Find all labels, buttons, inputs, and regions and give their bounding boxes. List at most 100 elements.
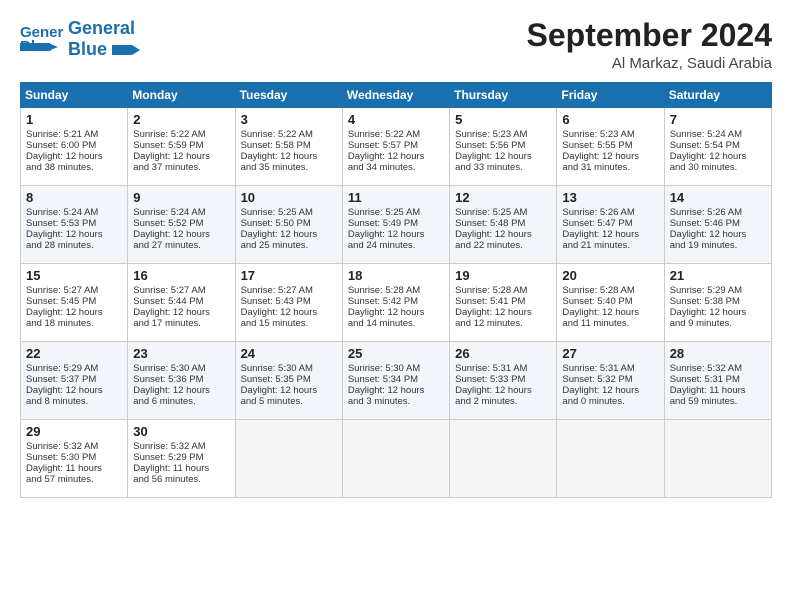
day-number: 7 bbox=[670, 112, 766, 127]
location-title: Al Markaz, Saudi Arabia bbox=[527, 55, 772, 72]
daylight-minutes-line: and 8 minutes. bbox=[26, 396, 122, 407]
day-number: 14 bbox=[670, 190, 766, 205]
day-number: 15 bbox=[26, 268, 122, 283]
daylight-minutes-line: and 12 minutes. bbox=[455, 318, 551, 329]
day-number: 8 bbox=[26, 190, 122, 205]
day-cell: 30Sunrise: 5:32 AMSunset: 5:29 PMDayligh… bbox=[128, 420, 235, 498]
col-saturday: Saturday bbox=[664, 83, 771, 108]
sunrise-line: Sunrise: 5:28 AM bbox=[562, 285, 658, 296]
sunset-line: Sunset: 5:50 PM bbox=[241, 218, 337, 229]
sunrise-line: Sunrise: 5:27 AM bbox=[26, 285, 122, 296]
sunrise-line: Sunrise: 5:22 AM bbox=[348, 129, 444, 140]
day-cell: 5Sunrise: 5:23 AMSunset: 5:56 PMDaylight… bbox=[450, 108, 557, 186]
daylight-minutes-line: and 38 minutes. bbox=[26, 162, 122, 173]
daylight-line: Daylight: 12 hours bbox=[241, 229, 337, 240]
col-thursday: Thursday bbox=[450, 83, 557, 108]
week-row-4: 22Sunrise: 5:29 AMSunset: 5:37 PMDayligh… bbox=[21, 342, 772, 420]
daylight-line: Daylight: 12 hours bbox=[26, 151, 122, 162]
day-cell: 22Sunrise: 5:29 AMSunset: 5:37 PMDayligh… bbox=[21, 342, 128, 420]
sunrise-line: Sunrise: 5:32 AM bbox=[26, 441, 122, 452]
month-title: September 2024 bbox=[527, 18, 772, 53]
sunset-line: Sunset: 5:49 PM bbox=[348, 218, 444, 229]
daylight-minutes-line: and 37 minutes. bbox=[133, 162, 229, 173]
day-cell bbox=[450, 420, 557, 498]
day-cell bbox=[664, 420, 771, 498]
day-cell: 28Sunrise: 5:32 AMSunset: 5:31 PMDayligh… bbox=[664, 342, 771, 420]
col-wednesday: Wednesday bbox=[342, 83, 449, 108]
day-cell: 24Sunrise: 5:30 AMSunset: 5:35 PMDayligh… bbox=[235, 342, 342, 420]
sunrise-line: Sunrise: 5:22 AM bbox=[241, 129, 337, 140]
daylight-minutes-line: and 22 minutes. bbox=[455, 240, 551, 251]
day-cell: 29Sunrise: 5:32 AMSunset: 5:30 PMDayligh… bbox=[21, 420, 128, 498]
sunrise-line: Sunrise: 5:28 AM bbox=[348, 285, 444, 296]
sunrise-line: Sunrise: 5:28 AM bbox=[455, 285, 551, 296]
sunset-line: Sunset: 5:59 PM bbox=[133, 140, 229, 151]
day-cell: 16Sunrise: 5:27 AMSunset: 5:44 PMDayligh… bbox=[128, 264, 235, 342]
day-number: 20 bbox=[562, 268, 658, 283]
day-number: 3 bbox=[241, 112, 337, 127]
day-number: 13 bbox=[562, 190, 658, 205]
daylight-line: Daylight: 12 hours bbox=[348, 229, 444, 240]
sunrise-line: Sunrise: 5:30 AM bbox=[348, 363, 444, 374]
day-cell: 1Sunrise: 5:21 AMSunset: 6:00 PMDaylight… bbox=[21, 108, 128, 186]
sunrise-line: Sunrise: 5:24 AM bbox=[670, 129, 766, 140]
daylight-minutes-line: and 28 minutes. bbox=[26, 240, 122, 251]
daylight-line: Daylight: 12 hours bbox=[455, 307, 551, 318]
daylight-minutes-line: and 0 minutes. bbox=[562, 396, 658, 407]
daylight-minutes-line: and 14 minutes. bbox=[348, 318, 444, 329]
day-number: 16 bbox=[133, 268, 229, 283]
sunset-line: Sunset: 5:44 PM bbox=[133, 296, 229, 307]
col-tuesday: Tuesday bbox=[235, 83, 342, 108]
sunset-line: Sunset: 5:48 PM bbox=[455, 218, 551, 229]
day-number: 4 bbox=[348, 112, 444, 127]
day-number: 30 bbox=[133, 424, 229, 439]
sunset-line: Sunset: 5:53 PM bbox=[26, 218, 122, 229]
day-cell bbox=[235, 420, 342, 498]
day-number: 22 bbox=[26, 346, 122, 361]
sunset-line: Sunset: 5:32 PM bbox=[562, 374, 658, 385]
daylight-line: Daylight: 12 hours bbox=[562, 307, 658, 318]
daylight-line: Daylight: 12 hours bbox=[670, 229, 766, 240]
daylight-minutes-line: and 3 minutes. bbox=[348, 396, 444, 407]
daylight-line: Daylight: 11 hours bbox=[670, 385, 766, 396]
sunrise-line: Sunrise: 5:30 AM bbox=[133, 363, 229, 374]
sunset-line: Sunset: 5:30 PM bbox=[26, 452, 122, 463]
daylight-minutes-line: and 34 minutes. bbox=[348, 162, 444, 173]
daylight-minutes-line: and 2 minutes. bbox=[455, 396, 551, 407]
day-number: 9 bbox=[133, 190, 229, 205]
daylight-minutes-line: and 19 minutes. bbox=[670, 240, 766, 251]
sunset-line: Sunset: 5:54 PM bbox=[670, 140, 766, 151]
daylight-line: Daylight: 12 hours bbox=[562, 385, 658, 396]
sunset-line: Sunset: 5:41 PM bbox=[455, 296, 551, 307]
week-row-3: 15Sunrise: 5:27 AMSunset: 5:45 PMDayligh… bbox=[21, 264, 772, 342]
daylight-minutes-line: and 18 minutes. bbox=[26, 318, 122, 329]
daylight-minutes-line: and 31 minutes. bbox=[562, 162, 658, 173]
sunset-line: Sunset: 5:31 PM bbox=[670, 374, 766, 385]
day-cell bbox=[557, 420, 664, 498]
day-cell: 6Sunrise: 5:23 AMSunset: 5:55 PMDaylight… bbox=[557, 108, 664, 186]
day-cell: 8Sunrise: 5:24 AMSunset: 5:53 PMDaylight… bbox=[21, 186, 128, 264]
daylight-line: Daylight: 12 hours bbox=[455, 151, 551, 162]
day-cell: 21Sunrise: 5:29 AMSunset: 5:38 PMDayligh… bbox=[664, 264, 771, 342]
sunrise-line: Sunrise: 5:32 AM bbox=[670, 363, 766, 374]
daylight-line: Daylight: 12 hours bbox=[348, 151, 444, 162]
sunrise-line: Sunrise: 5:31 AM bbox=[562, 363, 658, 374]
daylight-minutes-line: and 25 minutes. bbox=[241, 240, 337, 251]
sunrise-line: Sunrise: 5:23 AM bbox=[562, 129, 658, 140]
sunrise-line: Sunrise: 5:25 AM bbox=[455, 207, 551, 218]
week-row-5: 29Sunrise: 5:32 AMSunset: 5:30 PMDayligh… bbox=[21, 420, 772, 498]
day-number: 1 bbox=[26, 112, 122, 127]
daylight-line: Daylight: 12 hours bbox=[455, 229, 551, 240]
calendar-table: Sunday Monday Tuesday Wednesday Thursday… bbox=[20, 82, 772, 498]
col-sunday: Sunday bbox=[21, 83, 128, 108]
logo-blue: Blue bbox=[68, 39, 140, 60]
day-number: 2 bbox=[133, 112, 229, 127]
daylight-minutes-line: and 30 minutes. bbox=[670, 162, 766, 173]
daylight-line: Daylight: 12 hours bbox=[133, 229, 229, 240]
sunset-line: Sunset: 6:00 PM bbox=[26, 140, 122, 151]
logo: General Blue General Blue bbox=[20, 18, 140, 59]
daylight-minutes-line: and 56 minutes. bbox=[133, 474, 229, 485]
logo-arrow bbox=[112, 45, 140, 55]
daylight-line: Daylight: 12 hours bbox=[133, 385, 229, 396]
daylight-line: Daylight: 12 hours bbox=[348, 385, 444, 396]
